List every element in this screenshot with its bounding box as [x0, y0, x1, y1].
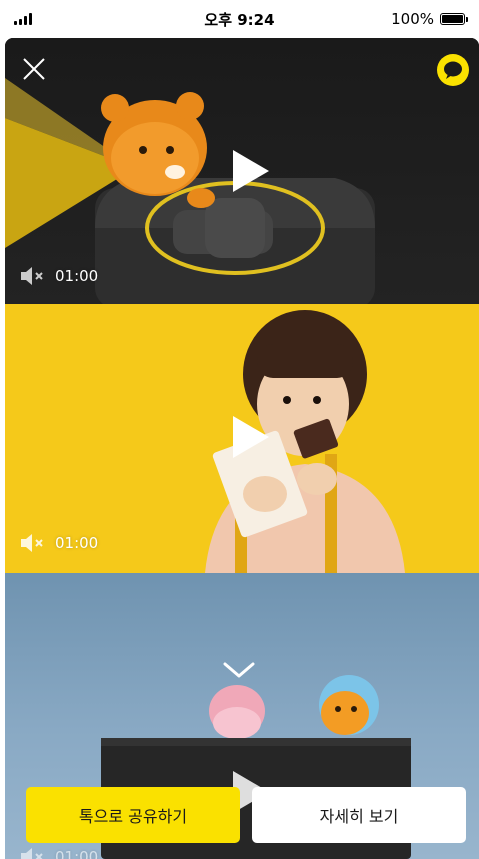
- share-talk-button[interactable]: 톡으로 공유하기: [26, 787, 240, 843]
- video-info-2: 01:00: [21, 533, 98, 553]
- video-card-child[interactable]: 01:00: [5, 304, 479, 573]
- mute-icon[interactable]: [21, 847, 47, 859]
- battery-icon: [440, 13, 468, 25]
- play-icon[interactable]: [227, 148, 273, 194]
- chevron-down-icon[interactable]: [222, 660, 256, 680]
- video-card-speaker[interactable]: 01:00: [5, 38, 479, 304]
- video-info-1: 01:00: [21, 266, 98, 286]
- mute-icon[interactable]: [21, 266, 47, 286]
- play-icon[interactable]: [227, 414, 273, 460]
- close-icon[interactable]: [19, 54, 49, 84]
- view-details-button[interactable]: 자세히 보기: [252, 787, 466, 843]
- video-duration: 01:00: [55, 848, 99, 859]
- status-bar: 오후 9:24 100%: [0, 0, 479, 38]
- kakaotalk-icon[interactable]: [437, 54, 469, 86]
- mute-icon[interactable]: [21, 533, 47, 553]
- video-duration: 01:00: [55, 267, 99, 285]
- signal-icon: [14, 13, 32, 25]
- battery-percentage: 100%: [391, 10, 434, 28]
- video-info-3: 01:00: [21, 847, 98, 859]
- video-sheet: 01:00 01:00 01:00: [5, 38, 479, 859]
- video-duration: 01:00: [55, 534, 99, 552]
